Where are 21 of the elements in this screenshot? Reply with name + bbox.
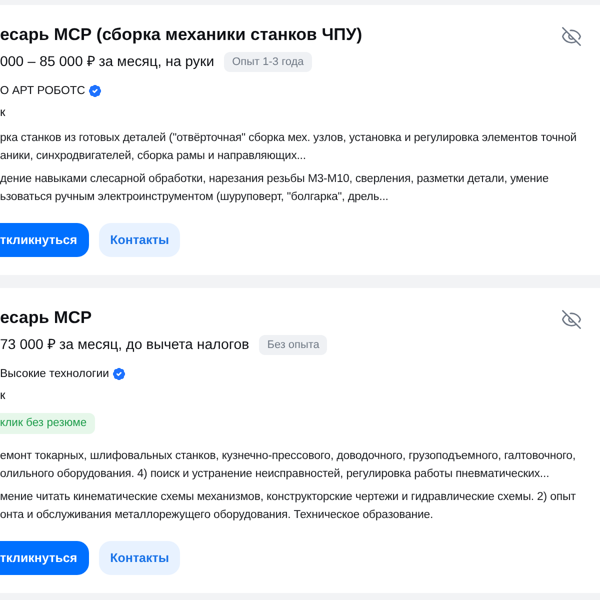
crossed-eye-icon[interactable] — [561, 26, 582, 47]
salary-text: 000 – 85 000 ₽ за месяц, на руки — [0, 53, 214, 72]
description-text: рка станков из готовых деталей ("отвёрточная" сборка мех. узлов, установка и регулировка элементов точной аники, синхродвигателей, сборка рамы и направляющих... — [0, 131, 577, 164]
city-text: к — [0, 387, 6, 403]
salary-text: 73 000 ₽ за месяц, до вычета налогов — [0, 336, 250, 355]
city-text: к — [0, 104, 6, 120]
vacancy-title[interactable]: есарь МСР — [0, 305, 92, 331]
company-name[interactable]: О АРТ РОБОТС — [0, 83, 86, 99]
contacts-button[interactable]: Контакты — [99, 541, 180, 575]
respond-button[interactable]: ткликнуться — [0, 541, 90, 575]
crossed-eye-icon[interactable] — [561, 309, 582, 330]
experience-badge: Опыт 1-3 года — [224, 52, 312, 72]
description-text: мение читать кинематические схемы механизмов, конструкторские чертежи и гидравлические схемы. 2) опыт онта и обслуживания металлорежущего оборудования. Техническое образование. — [0, 490, 576, 523]
description-text: дение навыками слесарной обработки, нарезания резьбы М3-М10, сверления, разметки детали, умение ьзоваться ручным электроинструментом (шуруповерт, "болгарка", дрель... — [0, 172, 549, 205]
company-name[interactable]: Высокие технологии — [0, 366, 110, 382]
respond-button[interactable]: ткликнуться — [0, 223, 90, 257]
experience-badge: Без опыта — [259, 335, 328, 355]
vacancy-title[interactable]: есарь МСР (сборка механики станков ЧПУ) — [0, 22, 362, 48]
response-tag: клик без резюме — [0, 413, 95, 434]
contacts-button[interactable]: Контакты — [99, 223, 180, 257]
description-text: емонт токарных, шлифовальных станков, кузнечно-прессового, доводочного, грузоподъемного, галтовочного, олильного оборудования. 4) поиск и устранение неисправностей, регулировка работы пневматических... — [0, 449, 576, 482]
